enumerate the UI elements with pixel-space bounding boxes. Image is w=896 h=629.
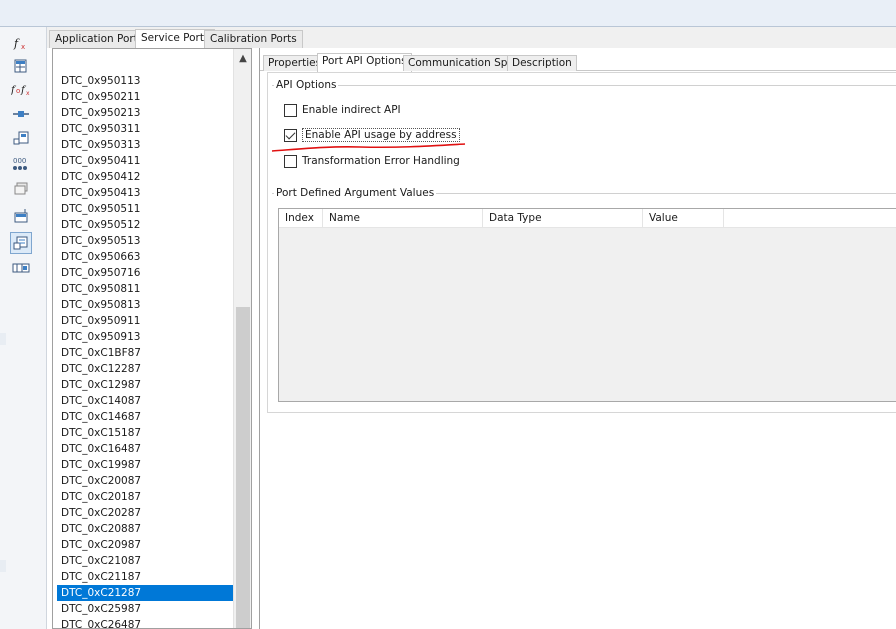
port-connector-icon[interactable] [10,105,32,123]
list-item[interactable]: DTC_0xC25987 [57,601,233,617]
transformation-error-handling-option[interactable]: Transformation Error Handling [284,153,460,169]
list-item[interactable]: DTC_0x950311 [57,121,233,137]
list-item[interactable]: DTC_0xC20187 [57,489,233,505]
column-header-name[interactable]: Name [323,209,483,228]
list-item[interactable]: DTC_0xC19987 [57,457,233,473]
component-list-icon[interactable] [10,259,32,277]
outer-tab-strip: Application Ports Service Ports Calibrat… [47,27,896,49]
svg-text:x: x [26,90,30,96]
inner-tab-strip: Properties Port API Options Communicatio… [260,52,896,72]
scrollbar-thumb[interactable] [236,307,250,628]
list-item[interactable]: DTC_0xC21187 [57,569,233,585]
stack-icon[interactable] [10,180,32,198]
transformation-error-handling-label: Transformation Error Handling [302,155,460,167]
port-defined-args-title: Port Defined Argument Values [274,187,437,199]
list-item[interactable]: DTC_0xC1BF87 [57,345,233,361]
svg-text:o: o [16,87,20,95]
column-header-index[interactable]: Index [279,209,323,228]
list-item[interactable]: DTC_0x950213 [57,105,233,121]
list-item[interactable]: DTC_0xC12987 [57,377,233,393]
list-item[interactable]: DTC_0xC14087 [57,393,233,409]
left-edge-marker [0,333,6,345]
list-item[interactable]: DTC_0x950411 [57,153,233,169]
component-grid-icon[interactable] [10,130,32,148]
svg-text:x: x [21,43,25,51]
list-item[interactable]: DTC_0xC14687 [57,409,233,425]
port-detail-panel: Properties Port API Options Communicatio… [259,48,896,629]
list-item[interactable]: DTC_0xC12287 [57,361,233,377]
function-icon[interactable]: fx [10,34,32,52]
enable-api-usage-by-address-label: Enable API usage by address [302,128,460,142]
list-item[interactable]: DTC_0x950512 [57,217,233,233]
enable-indirect-api-option[interactable]: Enable indirect API [284,102,401,118]
list-item[interactable]: DTC_0x950511 [57,201,233,217]
list-item[interactable]: DTC_0x950663 [57,249,233,265]
function-compose-icon[interactable]: fofx [10,80,32,98]
list-item[interactable]: DTC_0xC21287 [57,585,233,601]
svg-text:f: f [13,37,20,50]
enable-api-usage-by-address-checkbox[interactable] [284,128,297,142]
service-port-icon[interactable] [10,232,32,254]
list-item[interactable]: DTC_0x950113 [57,73,233,89]
service-port-list: DTC_0x950113 DTC_0x950211 DTC_0x950213 DTC_… [52,48,252,629]
list-item[interactable]: DTC_0x950716 [57,265,233,281]
list-item[interactable]: DTC_0xC20887 [57,521,233,537]
scroll-up-icon[interactable]: ▲ [234,53,251,67]
column-header-data-type[interactable]: Data Type [483,209,643,228]
window-top-bar [0,0,896,27]
list-item[interactable]: DTC_0x950913 [57,329,233,345]
argument-values-table[interactable]: Index Name Data Type Value [278,208,896,402]
list-item[interactable]: DTC_0xC20287 [57,505,233,521]
data-array-icon[interactable]: 000 [10,155,32,173]
enable-indirect-api-checkbox[interactable] [284,103,297,117]
tab-description[interactable]: Description [507,55,577,71]
left-edge-marker [0,560,6,572]
list-scrollbar[interactable]: ▲ [233,49,251,628]
list-item[interactable]: DTC_0x950211 [57,89,233,105]
list-item[interactable]: DTC_0x950313 [57,137,233,153]
port-api-options-page: API Options Enable indirect API Enable A… [267,72,896,413]
enable-indirect-api-label: Enable indirect API [302,104,401,116]
list-item[interactable]: DTC_0x950811 [57,281,233,297]
transformation-error-handling-checkbox[interactable] [284,154,297,168]
list-item[interactable]: DTC_0x950813 [57,297,233,313]
table-icon[interactable] [10,57,32,75]
database-icon[interactable] [10,207,32,225]
list-item[interactable]: DTC_0xC21087 [57,553,233,569]
list-item[interactable]: DTC_0xC20087 [57,473,233,489]
svg-text:000: 000 [13,157,26,165]
api-options-title: API Options [274,79,339,91]
list-item[interactable]: DTC_0xC20987 [57,537,233,553]
enable-api-usage-by-address-option[interactable]: Enable API usage by address [284,127,460,143]
column-header-value[interactable]: Value [643,209,724,228]
list-item[interactable]: DTC_0xC16487 [57,441,233,457]
tab-calibration-ports[interactable]: Calibration Ports [204,30,303,48]
dtc-list: DTC_0x950113 DTC_0x950211 DTC_0x950213 DTC_… [53,49,234,628]
list-item[interactable]: DTC_0x950413 [57,185,233,201]
side-toolbar: fx fofx 000 [0,27,47,629]
tab-port-api-options[interactable]: Port API Options [317,53,412,72]
list-item[interactable]: DTC_0x950412 [57,169,233,185]
list-item[interactable]: DTC_0xC15187 [57,425,233,441]
list-item[interactable]: DTC_0x950513 [57,233,233,249]
table-header: Index Name Data Type Value [279,209,896,228]
list-item[interactable]: DTC_0xC26487 [57,617,233,628]
group-border [272,85,896,86]
list-item[interactable]: DTC_0x950911 [57,313,233,329]
